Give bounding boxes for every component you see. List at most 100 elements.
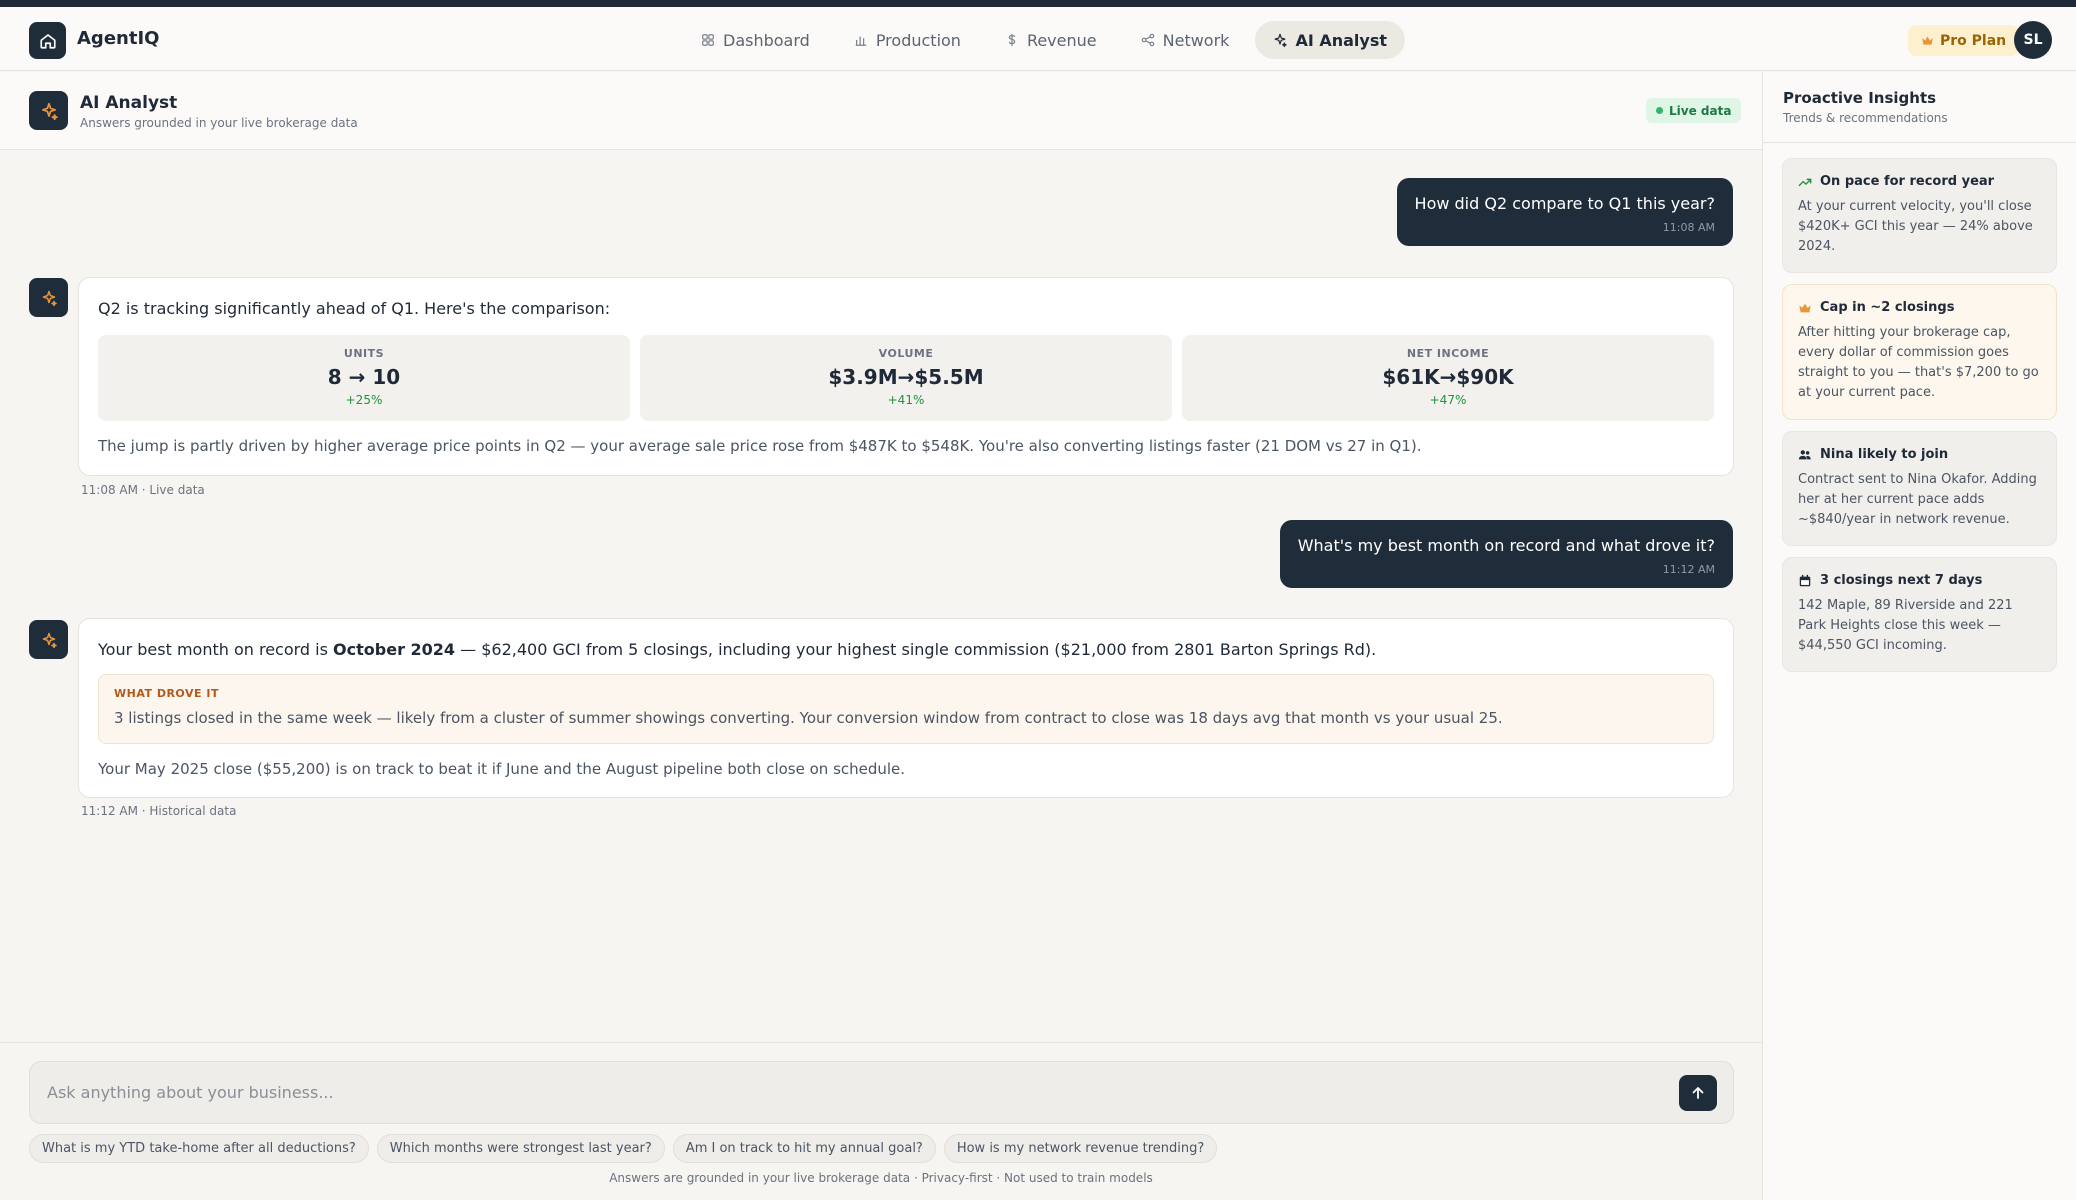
stat-card-net-income: NET INCOME $61K→$90K +47% bbox=[1182, 335, 1714, 421]
network-icon bbox=[1141, 33, 1154, 47]
insight-body: 142 Maple, 89 Riverside and 221 Park Hei… bbox=[1798, 598, 2013, 653]
trending-up-icon bbox=[1798, 178, 1812, 186]
grid-icon bbox=[702, 34, 714, 46]
live-data-label: Live data bbox=[1669, 103, 1732, 118]
send-button[interactable] bbox=[1679, 1075, 1717, 1111]
sparkle-icon bbox=[42, 632, 57, 648]
insights-sidebar: Proactive Insights Trends & recommendati… bbox=[1762, 72, 2076, 1200]
pro-plan-label: Pro Plan bbox=[1940, 32, 2007, 49]
user-message-text: How did Q2 compare to Q1 this year? bbox=[1414, 194, 1715, 213]
ai-message-avatar bbox=[29, 620, 68, 659]
suggestion-chip[interactable]: How is my network revenue trending? bbox=[943, 1134, 1218, 1163]
stat-delta: +41% bbox=[887, 393, 925, 407]
ai-message-1: Q2 is tracking significantly ahead of Q1… bbox=[78, 277, 1734, 476]
insight-card-cap[interactable]: Cap in ~2 closings After hitting your br… bbox=[1782, 284, 2057, 420]
ai-message-note: The jump is partly driven by higher aver… bbox=[98, 437, 1422, 455]
insight-body: At your current velocity, you'll close $… bbox=[1798, 199, 2033, 254]
sidebar-title: Proactive Insights bbox=[1783, 89, 1937, 107]
home-icon bbox=[39, 33, 56, 49]
chat-subtitle: Answers grounded in your live brokerage … bbox=[80, 116, 358, 130]
user-message-time: 11:12 AM bbox=[1662, 563, 1715, 576]
nav-network-label: Network bbox=[1162, 30, 1230, 50]
ai-message-2: Your best month on record is October 202… bbox=[78, 618, 1734, 798]
stat-value: 8 → 10 bbox=[327, 365, 401, 389]
stat-value: $61K→$90K bbox=[1382, 365, 1514, 389]
nav-revenue-label: Revenue bbox=[1026, 30, 1097, 50]
pro-plan-badge[interactable]: Pro Plan bbox=[1908, 25, 2020, 56]
nav-production[interactable]: Production bbox=[836, 21, 979, 59]
nav-network[interactable]: Network bbox=[1123, 21, 1248, 59]
ai-message-text: Your best month on record is October 202… bbox=[98, 640, 1714, 659]
ai-message-avatar bbox=[29, 278, 68, 317]
callout-label: WHAT DROVE IT bbox=[114, 687, 219, 700]
crown-icon bbox=[1922, 36, 1933, 45]
callout-text: 3 listings closed in the same week — lik… bbox=[114, 709, 1503, 727]
sidebar-subtitle: Trends & recommendations bbox=[1783, 111, 1948, 125]
ai-message-intro: Q2 is tracking significantly ahead of Q1… bbox=[98, 299, 611, 318]
chat-header: AI Analyst Answers grounded in your live… bbox=[0, 72, 1762, 150]
chat-title: AI Analyst bbox=[80, 93, 178, 113]
top-header: AgentIQ Dashboard Production Revenue Net… bbox=[0, 7, 2076, 71]
what-drove-it-callout: WHAT DROVE IT 3 listings closed in the s… bbox=[98, 674, 1714, 744]
users-icon bbox=[1798, 449, 1811, 459]
insight-title-text: 3 closings next 7 days bbox=[1820, 573, 1983, 588]
sparkle-icon bbox=[42, 290, 57, 306]
main-nav: Dashboard Production Revenue Network AI … bbox=[683, 21, 1405, 59]
ai-message-note: Your May 2025 close ($55,200) is on trac… bbox=[98, 760, 906, 778]
live-dot-icon bbox=[1656, 107, 1663, 114]
live-data-badge: Live data bbox=[1646, 98, 1742, 123]
chat-input-container bbox=[29, 1061, 1734, 1124]
stat-label: NET INCOME bbox=[1406, 347, 1490, 360]
suggestion-chip[interactable]: Which months were strongest last year? bbox=[376, 1134, 665, 1163]
suggestion-chip[interactable]: Am I on track to hit my annual goal? bbox=[672, 1134, 936, 1163]
insight-body: After hitting your brokerage cap, every … bbox=[1798, 325, 2039, 400]
stat-value: $3.9M→$5.5M bbox=[828, 365, 984, 389]
insight-card-nina[interactable]: Nina likely to join Contract sent to Nin… bbox=[1782, 431, 2057, 546]
sidebar-header: Proactive Insights Trends & recommendati… bbox=[1763, 72, 2076, 143]
nav-ai-analyst-label: AI Analyst bbox=[1295, 30, 1387, 50]
nav-revenue[interactable]: Revenue bbox=[987, 21, 1115, 59]
stat-label: VOLUME bbox=[878, 347, 934, 360]
nav-ai-analyst[interactable]: AI Analyst bbox=[1255, 21, 1405, 59]
insight-title: On pace for record year bbox=[1798, 174, 2041, 189]
ai-message-meta: 11:12 AM · Historical data bbox=[81, 804, 237, 818]
calendar-icon bbox=[1799, 574, 1811, 586]
insight-card-closings[interactable]: 3 closings next 7 days 142 Maple, 89 Riv… bbox=[1782, 557, 2057, 672]
user-message-text: What's my best month on record and what … bbox=[1297, 536, 1715, 555]
window-top-strip bbox=[0, 0, 2076, 7]
ai-text-pre: Your best month on record is bbox=[98, 640, 334, 659]
suggestion-chips: What is my YTD take-home after all deduc… bbox=[29, 1134, 1218, 1163]
insight-card-record-year[interactable]: On pace for record year At your current … bbox=[1782, 158, 2057, 273]
nav-dashboard-label: Dashboard bbox=[723, 30, 810, 50]
stat-delta: +47% bbox=[1429, 393, 1467, 407]
arrow-up-icon bbox=[1692, 1087, 1704, 1099]
nav-dashboard[interactable]: Dashboard bbox=[683, 21, 828, 59]
chat-input[interactable] bbox=[47, 1062, 1647, 1123]
stat-label: UNITS bbox=[343, 347, 385, 360]
sparkle-icon bbox=[41, 102, 58, 120]
user-message-2: What's my best month on record and what … bbox=[1279, 520, 1733, 588]
insight-title-text: On pace for record year bbox=[1820, 174, 1995, 189]
ai-text-post: — $62,400 GCI from 5 closings, including… bbox=[455, 640, 1377, 659]
ai-message-meta: 11:08 AM · Live data bbox=[81, 483, 205, 497]
ai-text-bold: October 2024 bbox=[333, 640, 456, 659]
sparkle-icon bbox=[1275, 33, 1288, 47]
insight-body: Contract sent to Nina Okafor. Adding her… bbox=[1798, 472, 2037, 527]
ai-analyst-avatar bbox=[29, 91, 68, 130]
suggestion-chip[interactable]: What is my YTD take-home after all deduc… bbox=[29, 1134, 369, 1163]
nav-production-label: Production bbox=[875, 30, 961, 50]
dollar-icon bbox=[1008, 33, 1016, 47]
bar-chart-icon bbox=[855, 36, 867, 46]
stat-delta: +25% bbox=[345, 393, 383, 407]
user-avatar[interactable]: SL bbox=[2014, 21, 2052, 59]
comparison-stats: UNITS 8 → 10 +25% VOLUME $3.9M→$5.5M +41… bbox=[98, 335, 1714, 421]
stat-card-volume: VOLUME $3.9M→$5.5M +41% bbox=[640, 335, 1172, 421]
crown-icon bbox=[1799, 303, 1811, 312]
privacy-footnote: Answers are grounded in your live broker… bbox=[609, 1171, 1153, 1185]
insight-title: 3 closings next 7 days bbox=[1798, 573, 2041, 588]
composer: What is my YTD take-home after all deduc… bbox=[0, 1042, 1762, 1200]
home-button[interactable] bbox=[29, 22, 66, 59]
insight-title: Cap in ~2 closings bbox=[1798, 300, 2041, 315]
user-message-time: 11:08 AM bbox=[1662, 221, 1715, 234]
user-message-1: How did Q2 compare to Q1 this year? 11:0… bbox=[1396, 178, 1733, 246]
